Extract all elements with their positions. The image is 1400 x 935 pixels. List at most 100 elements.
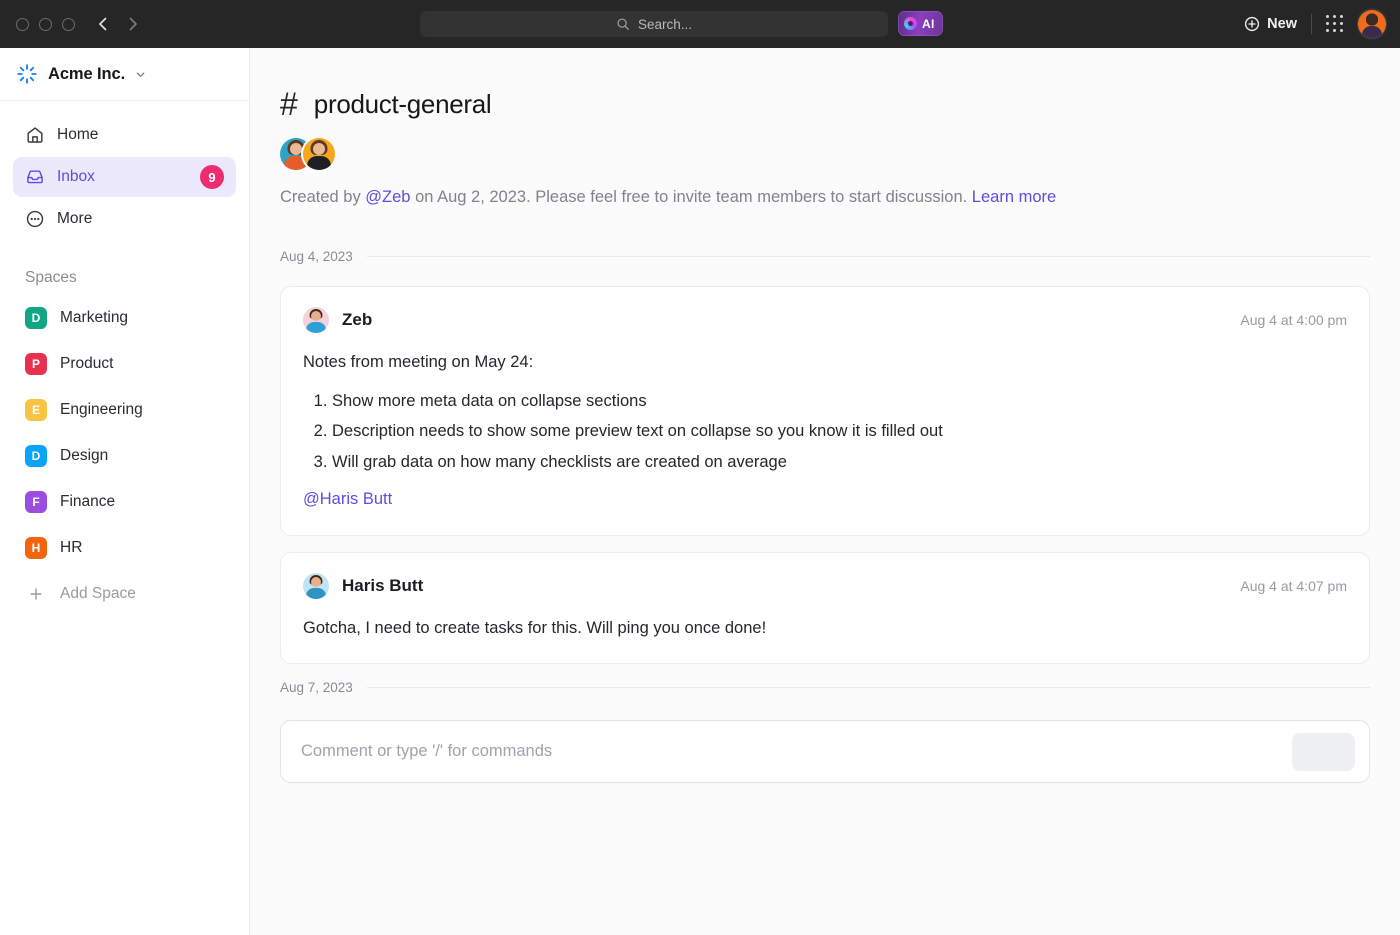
divider-line [367, 687, 1370, 688]
main-content: # product-general Created by @Zeb on Aug… [250, 48, 1400, 935]
page-title: # product-general [280, 88, 1370, 120]
list-item: Description needs to show some preview t… [332, 416, 1347, 447]
message-header: Haris Butt Aug 4 at 4:07 pm [303, 573, 1347, 599]
space-chip-icon: D [25, 307, 47, 329]
add-space-label: Add Space [60, 585, 136, 603]
message-author: Zeb [342, 310, 372, 330]
channel-description: Created by @Zeb on Aug 2, 2023. Please f… [280, 186, 1370, 209]
hash-icon: # [280, 88, 298, 120]
sidebar-item-hr[interactable]: H HR [13, 525, 236, 570]
message-text: Gotcha, I need to create tasks for this.… [303, 616, 1347, 642]
space-label: Product [60, 355, 113, 373]
top-bar-actions: New [1244, 10, 1386, 38]
app-body: Acme Inc. Home [0, 48, 1400, 935]
day-divider-second: Aug 7, 2023 [280, 680, 1370, 695]
channel-members[interactable] [280, 138, 1370, 170]
ai-button-label: AI [922, 17, 935, 31]
message-author: Haris Butt [342, 576, 423, 596]
sidebar-item-marketing[interactable]: D Marketing [13, 295, 236, 340]
send-button[interactable] [1292, 733, 1355, 771]
history-navigation[interactable] [95, 16, 141, 32]
message-card[interactable]: Zeb Aug 4 at 4:00 pm Notes from meeting … [280, 286, 1370, 536]
new-button[interactable]: New [1244, 16, 1297, 32]
sidebar-item-more[interactable]: More [13, 199, 236, 239]
space-chip-icon: P [25, 353, 47, 375]
grid-apps-icon[interactable] [1326, 15, 1344, 33]
sidebar-item-finance[interactable]: F Finance [13, 479, 236, 524]
starburst-logo [16, 63, 38, 85]
maximize-window-button[interactable] [62, 18, 75, 31]
space-chip-icon: E [25, 399, 47, 421]
app-window: Search... AI New [0, 0, 1400, 935]
channel-name: product-general [314, 89, 492, 120]
sidebar-item-product[interactable]: P Product [13, 341, 236, 386]
day-divider-label: Aug 4, 2023 [280, 249, 353, 264]
space-label: Marketing [60, 309, 128, 327]
workspace-name: Acme Inc. [48, 65, 125, 84]
workspace-switcher[interactable]: Acme Inc. [0, 48, 249, 101]
day-divider-first: Aug 4, 2023 [280, 249, 1370, 264]
ai-button[interactable]: AI [898, 11, 943, 36]
window-controls[interactable] [16, 18, 75, 31]
created-by-link[interactable]: @Zeb [365, 188, 410, 206]
sidebar-nav: Home Inbox 9 [0, 101, 249, 239]
ai-ring-icon [904, 17, 917, 30]
sidebar-item-engineering[interactable]: E Engineering [13, 387, 236, 432]
mention-link[interactable]: @Haris Butt [303, 487, 1347, 513]
message-timestamp: Aug 4 at 4:07 pm [1240, 578, 1347, 594]
chevron-left-icon[interactable] [95, 16, 111, 32]
divider-line [367, 256, 1370, 257]
minimize-window-button[interactable] [39, 18, 52, 31]
home-icon [25, 125, 45, 145]
search-input[interactable]: Search... [420, 11, 888, 37]
sidebar: Acme Inc. Home [0, 48, 250, 935]
created-prefix: Created by [280, 188, 365, 206]
sidebar-item-label: More [57, 210, 92, 228]
sidebar-item-inbox[interactable]: Inbox 9 [13, 157, 236, 197]
sidebar-item-home[interactable]: Home [13, 115, 236, 155]
space-label: Design [60, 447, 108, 465]
created-middle: on Aug 2, 2023. Please feel free to invi… [410, 188, 971, 206]
space-label: Engineering [60, 401, 143, 419]
list-item: Show more meta data on collapse sections [332, 386, 1347, 417]
inbox-icon [25, 167, 45, 187]
chevron-down-icon [135, 69, 146, 80]
sidebar-item-design[interactable]: D Design [13, 433, 236, 478]
new-button-label: New [1267, 16, 1297, 32]
close-window-button[interactable] [16, 18, 29, 31]
sidebar-item-label: Inbox [57, 168, 95, 186]
comment-composer[interactable]: Comment or type '/' for commands [280, 720, 1370, 783]
message-avatar[interactable] [303, 307, 329, 333]
plus-icon [25, 583, 47, 605]
message-ordered-list: Show more meta data on collapse sections… [303, 386, 1347, 478]
space-label: Finance [60, 493, 115, 511]
message-card[interactable]: Haris Butt Aug 4 at 4:07 pm Gotcha, I ne… [280, 552, 1370, 665]
spaces-heading: Spaces [0, 239, 249, 295]
comment-input-placeholder: Comment or type '/' for commands [301, 742, 552, 761]
space-chip-icon: D [25, 445, 47, 467]
more-dots-icon [25, 209, 45, 229]
plus-circle-icon [1244, 16, 1260, 32]
space-label: HR [60, 539, 82, 557]
sidebar-item-label: Home [57, 126, 98, 144]
search-icon [616, 17, 630, 31]
message-body: Notes from meeting on May 24: Show more … [303, 350, 1347, 513]
top-bar: Search... AI New [0, 0, 1400, 48]
message-timestamp: Aug 4 at 4:00 pm [1240, 312, 1347, 328]
space-chip-icon: H [25, 537, 47, 559]
day-divider-label: Aug 7, 2023 [280, 680, 353, 695]
message-avatar[interactable] [303, 573, 329, 599]
add-space-button[interactable]: Add Space [13, 571, 236, 616]
toolbar-divider [1311, 14, 1312, 34]
message-header: Zeb Aug 4 at 4:00 pm [303, 307, 1347, 333]
spaces-list: D Marketing P Product E Engineering D De… [0, 295, 249, 616]
member-avatar[interactable] [303, 138, 335, 170]
list-item: Will grab data on how many checklists ar… [332, 447, 1347, 478]
inbox-badge: 9 [200, 165, 224, 189]
message-text: Notes from meeting on May 24: [303, 353, 533, 371]
avatar[interactable] [1358, 10, 1386, 38]
space-chip-icon: F [25, 491, 47, 513]
chevron-right-icon[interactable] [125, 16, 141, 32]
learn-more-link[interactable]: Learn more [972, 188, 1056, 206]
search-placeholder: Search... [638, 17, 692, 32]
